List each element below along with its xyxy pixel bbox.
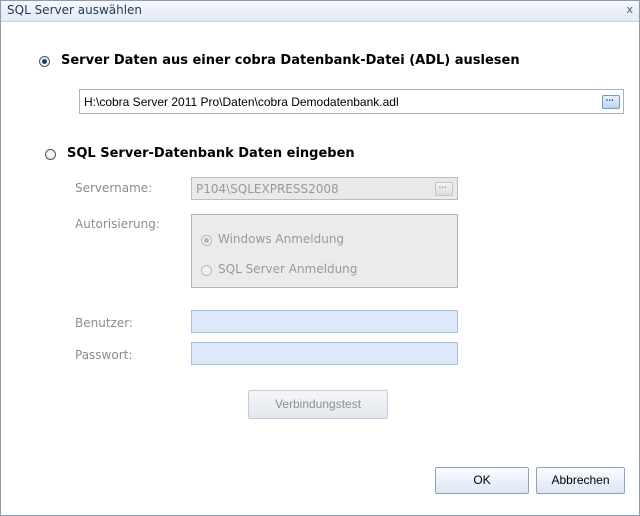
title-bar: SQL Server auswählen x — [1, 1, 639, 22]
windows-auth-label[interactable]: Windows Anmeldung — [218, 232, 344, 246]
radio-sql[interactable] — [45, 149, 56, 160]
dialog-title: SQL Server auswählen — [7, 3, 143, 17]
connection-test-button[interactable]: Verbindungstest — [248, 390, 388, 419]
password-input[interactable] — [191, 342, 458, 365]
ellipsis-icon: ... — [605, 90, 615, 104]
sql-auth-label[interactable]: SQL Server Anmeldung — [218, 262, 357, 276]
ok-button[interactable]: OK — [435, 467, 529, 494]
adl-path-input[interactable]: H:\cobra Server 2011 Pro\Daten\cobra Dem… — [79, 89, 624, 114]
auth-label: Autorisierung: — [75, 217, 160, 231]
radio-sql-label[interactable]: SQL Server-Datenbank Daten eingeben — [67, 146, 355, 161]
servername-value: P104\SQLEXPRESS2008 — [196, 182, 339, 196]
adl-browse-button[interactable]: ... — [602, 90, 620, 109]
close-icon[interactable]: x — [626, 3, 633, 16]
password-label: Passwort: — [75, 348, 133, 362]
auth-group: Windows Anmeldung SQL Server Anmeldung — [191, 214, 458, 288]
cancel-button[interactable]: Abbrechen — [536, 467, 625, 494]
servername-input[interactable]: P104\SQLEXPRESS2008 ... — [191, 177, 458, 200]
servername-label: Servername: — [75, 181, 153, 195]
radio-windows-auth[interactable] — [201, 235, 212, 246]
radio-adl[interactable] — [39, 56, 50, 67]
adl-path-value: H:\cobra Server 2011 Pro\Daten\cobra Dem… — [84, 95, 399, 109]
servername-browse-button[interactable]: ... — [435, 177, 453, 196]
user-input[interactable] — [191, 310, 458, 333]
ellipsis-icon: ... — [438, 177, 448, 191]
user-label: Benutzer: — [75, 316, 133, 330]
radio-adl-label[interactable]: Server Daten aus einer cobra Datenbank-D… — [61, 53, 520, 68]
radio-sql-auth[interactable] — [201, 265, 212, 276]
dialog-window: SQL Server auswählen x Server Daten aus … — [0, 0, 640, 516]
